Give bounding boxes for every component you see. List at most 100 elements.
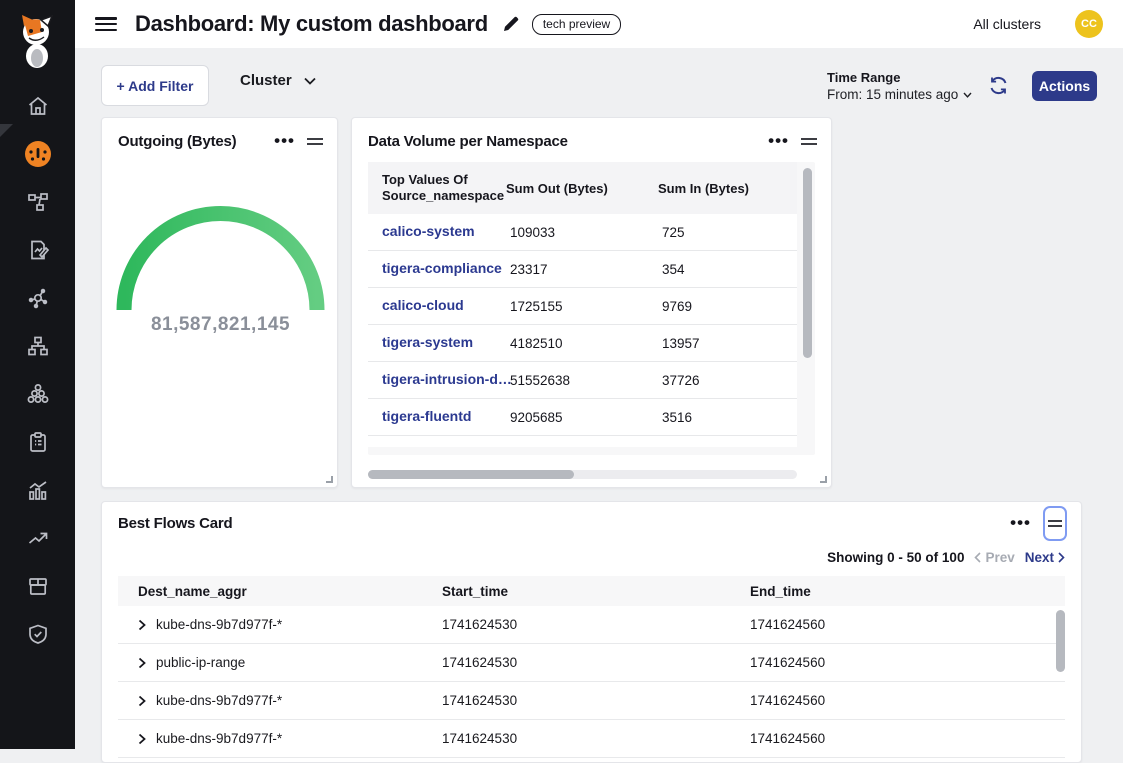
namespace-link[interactable]: acme (382, 445, 418, 447)
chevron-right-icon (1058, 552, 1065, 563)
clipboard-icon[interactable] (0, 427, 75, 457)
sidebar (0, 0, 75, 749)
expand-row-chevron-icon[interactable] (138, 619, 146, 631)
dest-name: kube-dns-9b7d977f-* (156, 731, 282, 746)
namespace-link[interactable]: tigera-compliance (382, 260, 502, 276)
dashboard-gauge-icon[interactable] (0, 139, 75, 169)
end-time: 1741624560 (744, 731, 1065, 746)
edit-pencil-icon[interactable] (502, 15, 520, 33)
column-header: Top Values Of Source_namespace (368, 172, 498, 205)
column-header: Sum In (Bytes) (650, 181, 797, 196)
hamburger-menu-icon[interactable] (95, 17, 117, 31)
vertical-scrollbar[interactable] (803, 168, 812, 358)
refresh-icon[interactable] (988, 75, 1009, 101)
namespace-link[interactable]: tigera-intrusion-d… (382, 371, 512, 387)
card-menu-icon[interactable]: ••• (1010, 518, 1031, 528)
namespace-link[interactable]: tigera-fluentd (382, 408, 471, 424)
avatar[interactable]: CC (1075, 10, 1103, 38)
sum-in-value: 3518 (654, 447, 797, 448)
sum-out-value: 23317 (502, 262, 654, 277)
chevron-left-icon (974, 552, 981, 563)
expand-row-chevron-icon[interactable] (138, 733, 146, 745)
sum-in-value: 725 (654, 225, 797, 240)
sum-out-value: 9205685 (502, 410, 654, 425)
bar-chart-icon[interactable] (0, 475, 75, 505)
cluster-dropdown[interactable]: Cluster (240, 72, 316, 89)
table-header: Top Values Of Source_namespace Sum Out (… (368, 162, 797, 214)
time-range-selector[interactable]: Time Range From: 15 minutes ago (827, 70, 972, 102)
flows-table: Dest_name_aggr Start_time End_time kube-… (118, 576, 1065, 762)
table-row: tigera-fluentd 9205685 3516 (368, 399, 797, 436)
trend-arrow-icon[interactable] (0, 523, 75, 553)
all-clusters-selector[interactable]: All clusters (973, 16, 1041, 32)
best-flows-card: Best Flows Card ••• Showing 0 - 50 of 10… (101, 501, 1082, 763)
connections-icon[interactable] (0, 283, 75, 313)
table-row: tigera-intrusion-d… 51552638 37726 (368, 362, 797, 399)
active-section-wedge (0, 124, 13, 137)
dest-name: kube-dns-9b7d977f-* (156, 617, 282, 632)
namespace-table: Top Values Of Source_namespace Sum Out (… (368, 162, 797, 447)
expand-row-chevron-icon[interactable] (138, 657, 146, 669)
table-header: Dest_name_aggr Start_time End_time (118, 576, 1065, 606)
start-time: 1741624530 (436, 693, 744, 708)
vertical-scrollbar[interactable] (1056, 610, 1065, 672)
card-title: Outgoing (Bytes) (118, 133, 236, 150)
table-row: kube-dns-9b7d977f-* 1741624530 174162456… (118, 606, 1065, 644)
time-range-label: Time Range (827, 70, 972, 85)
sum-in-value: 354 (654, 262, 797, 277)
data-volume-card: Data Volume per Namespace ••• Top Values… (351, 117, 832, 488)
gauge-arc (115, 198, 326, 316)
card-title: Best Flows Card (118, 515, 233, 532)
namespace-link[interactable]: calico-cloud (382, 297, 464, 313)
sum-out-value: 4182510 (502, 336, 654, 351)
resize-handle[interactable] (820, 476, 827, 483)
end-time: 1741624560 (744, 617, 1065, 632)
resize-handle[interactable] (326, 476, 333, 483)
calico-cat-logo[interactable] (14, 12, 60, 68)
actions-button[interactable]: Actions (1032, 71, 1097, 101)
start-time: 1741624530 (436, 617, 744, 632)
column-header: Sum Out (Bytes) (498, 181, 650, 196)
page-title: Dashboard: My custom dashboard (135, 11, 488, 37)
sum-in-value: 13957 (654, 336, 797, 351)
horizontal-scrollbar[interactable] (368, 470, 574, 479)
network-tree-icon[interactable] (0, 331, 75, 361)
table-row: public-ip-range 1741624530 1741624560 (118, 644, 1065, 682)
end-time: 1741624560 (744, 655, 1065, 670)
sum-in-value: 9769 (654, 299, 797, 314)
namespace-link[interactable]: calico-system (382, 223, 475, 239)
horizontal-scrollbar-track (368, 470, 797, 479)
table-row: calico-system 109033 725 (368, 214, 797, 251)
table-row: kube-dns-9b7d977f-* 1741624530 174162456… (118, 720, 1065, 758)
outgoing-bytes-card: Outgoing (Bytes) ••• 81,587,821,145 (101, 117, 338, 488)
sum-out-value: 1725155 (502, 299, 654, 314)
table-row: acme 260302 3518 (368, 436, 797, 447)
dest-name: public-ip-range (156, 655, 245, 670)
card-menu-icon[interactable]: ••• (274, 136, 295, 146)
drag-handle-icon[interactable] (307, 138, 323, 145)
next-page-button[interactable]: Next (1025, 550, 1065, 565)
shield-check-icon[interactable] (0, 619, 75, 649)
card-menu-icon[interactable]: ••• (768, 136, 789, 146)
archive-box-icon[interactable] (0, 571, 75, 601)
add-filter-button[interactable]: + Add Filter (101, 65, 209, 106)
time-range-value: From: 15 minutes ago (827, 87, 958, 102)
table-row: kube-dns-9b7d977f-* 1741624530 174162456… (118, 682, 1065, 720)
home-icon[interactable] (0, 91, 75, 121)
end-time: 1741624560 (744, 693, 1065, 708)
drag-handle-icon[interactable] (1043, 506, 1067, 541)
sum-out-value: 51552638 (502, 373, 654, 388)
namespace-link[interactable]: tigera-system (382, 334, 473, 350)
tech-preview-badge: tech preview (532, 14, 621, 35)
card-title: Data Volume per Namespace (368, 133, 568, 150)
expand-row-chevron-icon[interactable] (138, 695, 146, 707)
service-graph-icon[interactable] (0, 187, 75, 217)
table-row: tigera-compliance 23317 354 (368, 251, 797, 288)
cluster-nodes-icon[interactable] (0, 379, 75, 409)
prev-page-button[interactable]: Prev (974, 550, 1014, 565)
drag-handle-icon[interactable] (801, 138, 817, 145)
sum-in-value: 3516 (654, 410, 797, 425)
sum-in-value: 37726 (654, 373, 797, 388)
start-time: 1741624530 (436, 655, 744, 670)
report-edit-icon[interactable] (0, 235, 75, 265)
